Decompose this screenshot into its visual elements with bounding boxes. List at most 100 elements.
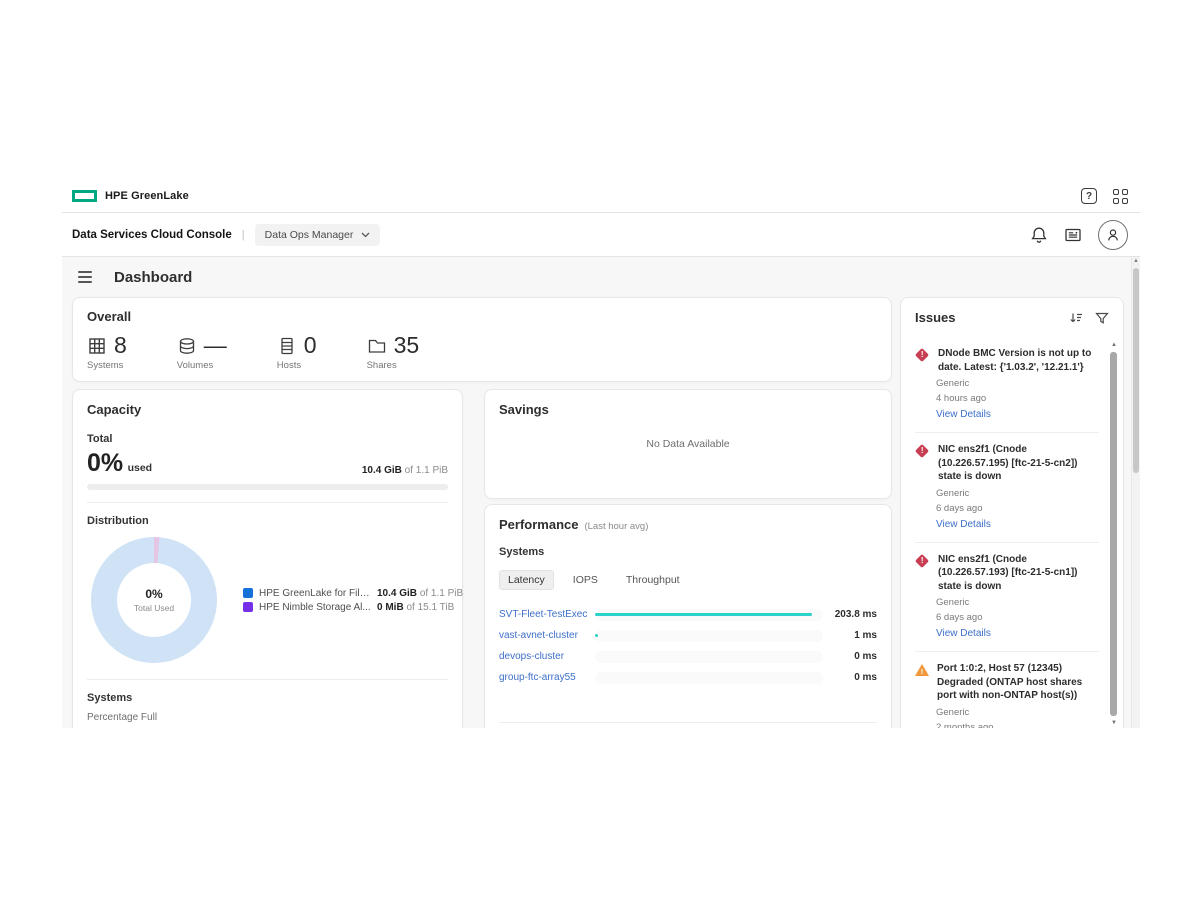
app-launcher-icon[interactable] [1113,189,1128,204]
issue-title: NIC ens2f1 (Cnode (10.226.57.193) [ftc-2… [938,553,1099,594]
brand-name: HPE GreenLake [105,190,189,202]
performance-tabs: Latency IOPS Throughput [499,570,877,590]
issue-category: Generic [936,378,1099,389]
scroll-up-icon[interactable]: ▲ [1132,258,1140,264]
perf-row: devops-cluster 0 ms [499,646,877,667]
view-details-link[interactable]: View Details [936,519,991,530]
capacity-systems-label: Systems [87,692,448,704]
filter-icon[interactable] [1095,311,1109,325]
issue-item: ! NIC ens2f1 (Cnode (10.226.57.193) [ftc… [915,543,1099,653]
issues-scrollbar[interactable]: ▲ ▼ [1110,342,1118,726]
resources-icon[interactable] [1064,226,1082,244]
capacity-card: Capacity Total 0% used 10.4 GiB of 1.1 P… [72,389,463,728]
performance-systems-label: Systems [499,546,877,558]
issues-list: ! DNode BMC Version is not up to date. L… [915,337,1109,728]
used-percent: 0% [87,449,123,477]
tab-throughput[interactable]: Throughput [617,570,689,590]
issue-time: 2 months ago [936,722,1099,729]
page-scrollbar-thumb[interactable] [1133,268,1139,473]
tab-latency[interactable]: Latency [499,570,554,590]
savings-empty-text: No Data Available [485,390,891,498]
issue-category: Generic [936,707,1099,718]
bar-track [595,672,823,684]
critical-icon: ! [915,553,929,567]
warning-icon: ! [915,664,929,676]
header-divider: | [242,229,245,241]
legend-swatch-blue [243,588,253,598]
stat-hosts: 0 Hosts [277,334,317,371]
stat-systems: 8 Systems [87,334,127,371]
sort-icon[interactable] [1069,311,1083,325]
legend-label: HPE GreenLake for File... [259,588,371,599]
distribution-donut: 0% Total Used [91,537,217,663]
bar-track [595,651,823,663]
issue-item: ! Port 1:0:2, Host 57 (12345) Degraded (… [915,652,1099,728]
system-link[interactable]: vast-avnet-cluster [499,630,595,641]
legend-value: 0 MiB of 15.1 TiB [377,602,454,613]
legend-item: HPE GreenLake for File... 10.4 GiB of 1.… [243,588,463,599]
menu-hamburger-icon[interactable] [78,271,92,283]
console-title: Data Services Cloud Console [72,229,232,241]
percentage-full-label: Percentage Full [87,712,448,723]
view-details-link[interactable]: View Details [936,628,991,639]
issue-category: Generic [936,597,1099,608]
latency-bar [595,613,812,617]
hosts-icon [277,336,297,356]
app-window: HPE GreenLake ? Data Services Cloud Cons… [62,180,1140,728]
latency-value: 0 ms [823,651,877,662]
distribution-legend: HPE GreenLake for File... 10.4 GiB of 1.… [243,585,463,616]
issues-scrollbar-thumb[interactable] [1110,352,1117,716]
issues-title: Issues [915,310,955,325]
system-link[interactable]: devops-cluster [499,651,595,662]
app-selector-value: Data Ops Manager [265,229,354,241]
scroll-up-icon[interactable]: ▲ [1110,342,1118,348]
perf-row: group-ftc-array55 0 ms [499,667,877,688]
distribution-label: Distribution [87,515,448,527]
performance-subtitle: (Last hour avg) [584,521,648,532]
savings-card: Savings No Data Available [484,389,892,499]
page-scrollbar[interactable]: ▲ [1131,257,1140,728]
performance-title: Performance [499,517,578,532]
hosts-label: Hosts [277,360,317,371]
app-selector-dropdown[interactable]: Data Ops Manager [255,224,381,246]
donut-center-value: 0% [145,587,162,601]
perf-row: SVT-Fleet-TestExec 203.8 ms [499,604,877,625]
latency-value: 0 ms [823,672,877,683]
donut-center-label: Total Used [134,603,174,613]
dashboard-content: Dashboard Overall 8 [62,257,1140,728]
latency-value: 1 ms [823,630,877,641]
brand: HPE GreenLake [72,190,189,202]
help-icon[interactable]: ? [1081,188,1097,204]
user-avatar[interactable] [1098,220,1128,250]
issues-card: Issues ! D [900,297,1124,728]
capacity-title: Capacity [87,402,448,417]
issue-title: NIC ens2f1 (Cnode (10.226.57.195) [ftc-2… [938,443,1099,484]
scroll-down-icon[interactable]: ▼ [1110,720,1118,726]
tab-iops[interactable]: IOPS [564,570,607,590]
performance-card: Performance (Last hour avg) Systems Late… [484,504,892,728]
view-details-link[interactable]: View Details [936,409,991,420]
legend-label: HPE Nimble Storage Al... [259,602,371,613]
global-header: HPE GreenLake ? [62,180,1140,213]
issue-time: 4 hours ago [936,393,1099,404]
capacity-progressbar [87,484,448,490]
hosts-count: 0 [304,334,317,357]
system-link[interactable]: SVT-Fleet-TestExec [499,609,595,620]
system-link[interactable]: group-ftc-array55 [499,672,595,683]
legend-value: 10.4 GiB of 1.1 PiB [377,588,463,599]
issue-category: Generic [936,488,1099,499]
console-header: Data Services Cloud Console | Data Ops M… [62,213,1140,257]
person-icon [1104,226,1122,244]
issue-item: ! NIC ens2f1 (Cnode (10.226.57.195) [ftc… [915,433,1099,543]
stat-shares: 35 Shares [367,334,420,371]
hpe-logo-icon [72,190,97,202]
shares-count: 35 [394,334,420,357]
bar-track [595,609,823,621]
latency-value: 203.8 ms [823,609,877,620]
notifications-bell-icon[interactable] [1030,226,1048,244]
latency-bar [595,634,598,638]
critical-icon: ! [915,444,929,458]
volumes-count: — [204,334,227,357]
legend-swatch-purple [243,602,253,612]
perf-row: vast-avnet-cluster 1 ms [499,625,877,646]
